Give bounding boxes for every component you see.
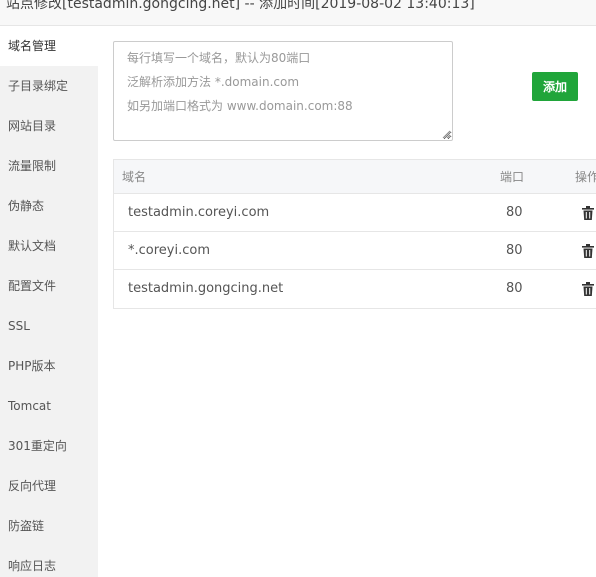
table-row: testadmin.gongcing.net 80	[114, 270, 596, 308]
domain-table: 域名 端口 操作 testadmin.coreyi.com 80 *.corey…	[113, 159, 596, 309]
window-title: 站点修改[testadmin.gongcing.net] -- 添加时间[201…	[6, 0, 475, 12]
cell-port: 80	[506, 205, 523, 220]
domain-textarea[interactable]	[114, 42, 452, 140]
table-row: *.coreyi.com 80	[114, 232, 596, 270]
header-domain: 域名	[122, 170, 147, 184]
sidebar-item-php-version[interactable]: PHP版本	[0, 346, 98, 386]
add-domain-button[interactable]: 添加	[532, 72, 578, 101]
trash-icon[interactable]	[582, 244, 594, 258]
window-titlebar: 站点修改[testadmin.gongcing.net] -- 添加时间[201…	[0, 0, 596, 26]
table-header: 域名 端口 操作	[114, 160, 596, 194]
cell-domain: *.coreyi.com	[128, 243, 210, 258]
sidebar-item-config-file[interactable]: 配置文件	[0, 266, 98, 306]
sidebar-item-tomcat[interactable]: Tomcat	[0, 386, 98, 426]
trash-icon[interactable]	[582, 282, 594, 296]
sidebar-item-site-directory[interactable]: 网站目录	[0, 106, 98, 146]
cell-domain: testadmin.coreyi.com	[128, 205, 270, 220]
sidebar-item-traffic-limit[interactable]: 流量限制	[0, 146, 98, 186]
sidebar-item-subdirectory-binding[interactable]: 子目录绑定	[0, 66, 98, 106]
table-row: testadmin.coreyi.com 80	[114, 194, 596, 232]
sidebar-item-rewrite[interactable]: 伪静态	[0, 186, 98, 226]
sidebar-item-ssl[interactable]: SSL	[0, 306, 98, 346]
sidebar-item-hotlink-protection[interactable]: 防盗链	[0, 506, 98, 546]
domain-input-box: 每行填写一个域名，默认为80端口 泛解析添加方法 *.domain.com 如另…	[113, 41, 453, 141]
sidebar-item-domain-management[interactable]: 域名管理	[0, 26, 98, 66]
sidebar-item-reverse-proxy[interactable]: 反向代理	[0, 466, 98, 506]
cell-domain: testadmin.gongcing.net	[128, 281, 284, 296]
header-action: 操作	[575, 170, 596, 184]
sidebar-item-response-log[interactable]: 响应日志	[0, 546, 98, 577]
sidebar-item-301-redirect[interactable]: 301重定向	[0, 426, 98, 466]
cell-port: 80	[506, 281, 523, 296]
header-port: 端口	[500, 170, 525, 184]
sidebar-nav: 域名管理 子目录绑定 网站目录 流量限制 伪静态 默认文档 配置文件 SSL P…	[0, 26, 98, 577]
cell-port: 80	[506, 243, 523, 258]
trash-icon[interactable]	[582, 206, 594, 220]
sidebar-item-default-document[interactable]: 默认文档	[0, 226, 98, 266]
